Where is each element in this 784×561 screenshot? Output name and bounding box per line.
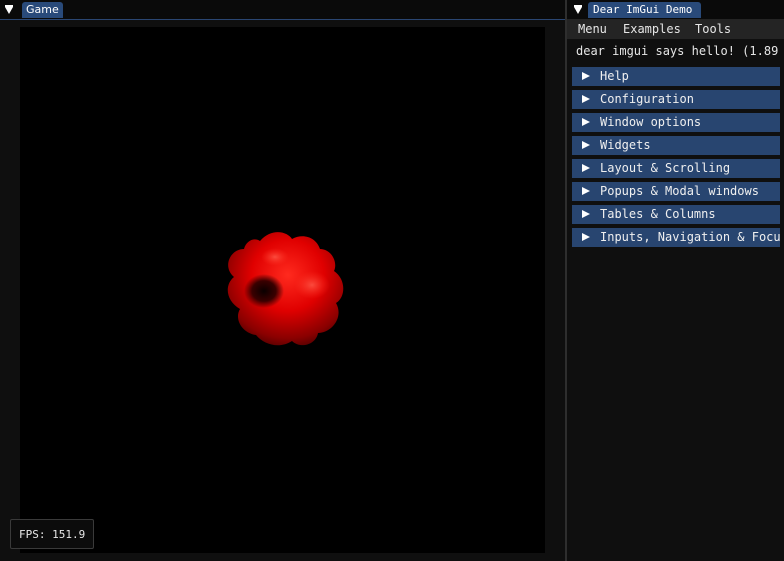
triangle-right-icon: [582, 118, 590, 126]
fps-counter: FPS: 151.9: [10, 519, 94, 549]
blob-shadow: [244, 274, 284, 308]
triangle-right-icon: [582, 233, 590, 241]
header-label: Layout & Scrolling: [600, 161, 731, 175]
menu-tools[interactable]: Tools: [695, 19, 731, 39]
header-popups-modal[interactable]: Popups & Modal windows: [572, 182, 780, 201]
game-titlebar: Game: [0, 0, 565, 20]
menu-menu[interactable]: Menu: [578, 19, 607, 39]
menu-bar: Menu Examples Tools: [567, 19, 784, 39]
header-widgets[interactable]: Widgets: [572, 136, 780, 155]
game-window: Game FPS: 151.9: [0, 0, 565, 561]
triangle-right-icon: [582, 72, 590, 80]
triangle-right-icon: [582, 164, 590, 172]
triangle-right-icon: [582, 210, 590, 218]
header-label: Help: [600, 69, 629, 83]
blob-highlight: [294, 271, 330, 299]
window-menu-arrow-icon[interactable]: [5, 5, 13, 14]
header-window-options[interactable]: Window options: [572, 113, 780, 132]
hello-text: dear imgui says hello! (1.89 WIP): [576, 44, 784, 58]
collapsing-headers: Help Configuration Window options Widget…: [572, 67, 784, 251]
window-menu-arrow-icon[interactable]: [574, 5, 582, 14]
triangle-right-icon: [582, 95, 590, 103]
red-blob-render: [227, 232, 344, 346]
header-label: Window options: [600, 115, 702, 129]
demo-window: Dear ImGui Demo Menu Examples Tools dear…: [567, 0, 784, 561]
header-label: Popups & Modal windows: [600, 184, 759, 198]
header-label: Inputs, Navigation & Focus: [600, 230, 780, 244]
demo-titlebar: Dear ImGui Demo: [567, 0, 784, 20]
header-layout-scrolling[interactable]: Layout & Scrolling: [572, 159, 780, 178]
triangle-right-icon: [582, 141, 590, 149]
app-root: Game FPS: 151.9 Dear ImGui Demo Menu Exa…: [0, 0, 784, 561]
header-label: Tables & Columns: [600, 207, 716, 221]
header-inputs-navigation[interactable]: Inputs, Navigation & Focus: [572, 228, 780, 247]
header-label: Widgets: [600, 138, 651, 152]
menu-examples[interactable]: Examples: [623, 19, 681, 39]
demo-tab[interactable]: Dear ImGui Demo: [588, 2, 701, 18]
blob-highlight-2: [261, 248, 289, 266]
triangle-right-icon: [582, 187, 590, 195]
game-viewport[interactable]: [20, 27, 545, 553]
header-configuration[interactable]: Configuration: [572, 90, 780, 109]
header-label: Configuration: [600, 92, 694, 106]
header-tables-columns[interactable]: Tables & Columns: [572, 205, 780, 224]
game-tab[interactable]: Game: [22, 2, 63, 18]
header-help[interactable]: Help: [572, 67, 780, 86]
